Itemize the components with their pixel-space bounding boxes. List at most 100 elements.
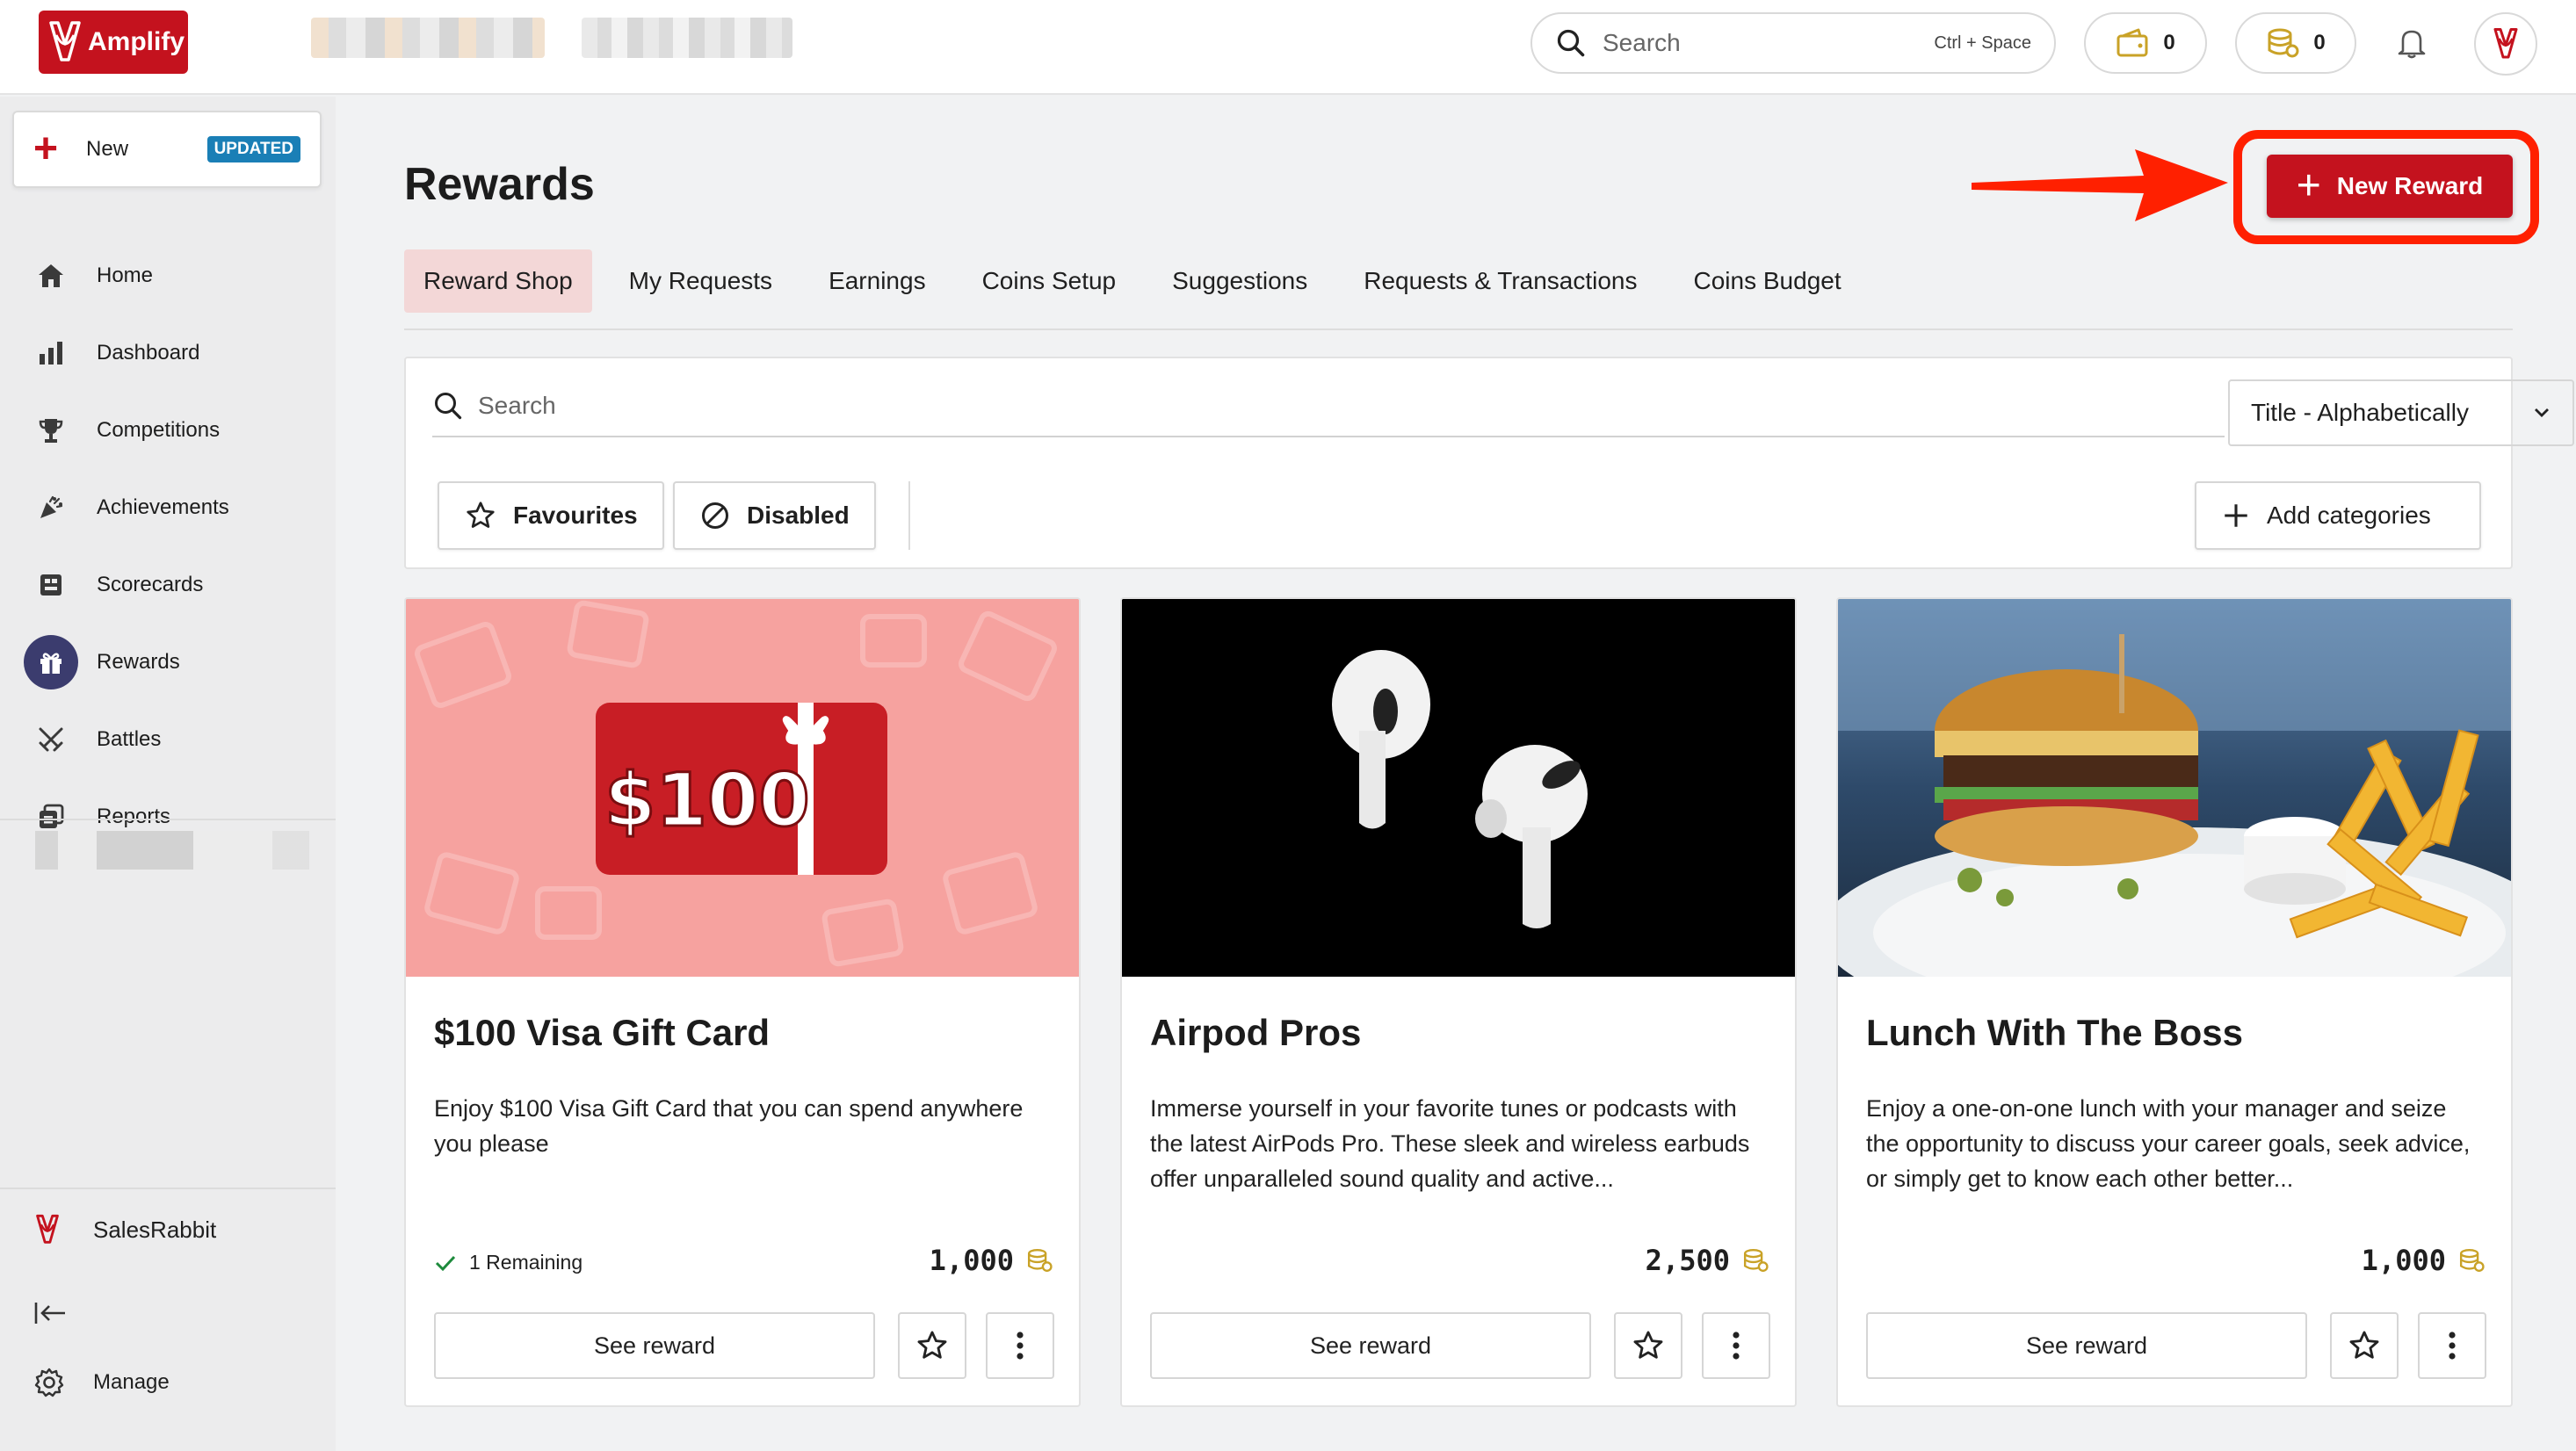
tab-suggestions[interactable]: Suggestions <box>1153 249 1327 313</box>
disabled-filter[interactable]: Disabled <box>673 481 876 550</box>
star-icon <box>2349 1331 2379 1359</box>
crossed-swords-icon <box>33 722 69 757</box>
add-categories-button[interactable]: Add categories <box>2195 481 2481 550</box>
reward-search-input[interactable]: Search <box>432 376 2225 437</box>
collapse-arrow-icon <box>34 1303 65 1324</box>
app-logo[interactable]: Amplify <box>39 11 188 74</box>
add-categories-label: Add categories <box>2267 502 2431 529</box>
reward-search-placeholder: Search <box>478 392 556 419</box>
tab-requests-transactions[interactable]: Requests & Transactions <box>1344 249 1656 313</box>
sidebar-item-label: Competitions <box>97 418 221 442</box>
sidebar-nav: Home Dashboard Competitions Achievements… <box>0 237 336 855</box>
more-options-button[interactable] <box>2418 1312 2486 1379</box>
sidebar-item-home[interactable]: Home <box>0 237 336 314</box>
see-reward-button[interactable]: See reward <box>1866 1312 2307 1379</box>
see-reward-button[interactable]: See reward <box>434 1312 875 1379</box>
scorecard-icon <box>33 567 69 603</box>
workspace-switcher[interactable]: SalesRabbit <box>33 1212 216 1247</box>
user-avatar[interactable] <box>2474 12 2537 76</box>
tab-coins-budget[interactable]: Coins Budget <box>1675 249 1861 313</box>
favourites-label: Favourites <box>513 502 638 529</box>
sidebar: + New UPDATED Home Dashboard Competition… <box>0 97 336 1451</box>
coins-icon <box>1743 1248 1769 1273</box>
sidebar-item-battles[interactable]: Battles <box>0 701 336 778</box>
tab-my-requests[interactable]: My Requests <box>610 249 792 313</box>
wallet-button[interactable]: 0 <box>2084 12 2207 74</box>
sidebar-item-competitions[interactable]: Competitions <box>0 392 336 469</box>
salesrabbit-logo-icon <box>2493 28 2518 59</box>
app-name: Amplify <box>88 27 185 56</box>
sidebar-item-label: Dashboard <box>97 341 200 365</box>
home-icon <box>33 258 69 293</box>
workspace-name: SalesRabbit <box>93 1216 217 1243</box>
reward-tabs: Reward Shop My Requests Earnings Coins S… <box>404 249 1878 313</box>
global-search-placeholder: Search <box>1603 29 1681 56</box>
filter-divider <box>908 481 910 550</box>
reward-image <box>1838 599 2511 977</box>
gear-icon <box>34 1368 64 1397</box>
favourite-button[interactable] <box>2330 1312 2399 1379</box>
plus-icon <box>2225 504 2247 527</box>
reward-image: $100 <box>406 599 1079 977</box>
favourite-button[interactable] <box>898 1312 966 1379</box>
see-reward-button[interactable]: See reward <box>1150 1312 1591 1379</box>
coins-button[interactable]: 0 <box>2235 12 2356 74</box>
party-popper-icon <box>33 490 69 525</box>
star-icon <box>917 1331 947 1359</box>
reward-cost-value: 2,500 <box>1645 1244 1730 1277</box>
remaining-label: 1 Remaining <box>469 1251 583 1274</box>
reward-cost: 2,500 <box>1646 1244 1769 1277</box>
trophy-icon <box>33 413 69 448</box>
gift-card-image-icon: $100 <box>406 599 1079 977</box>
search-icon <box>435 393 462 420</box>
blurred-workspace-name <box>582 18 792 58</box>
reward-title: Lunch With The Boss <box>1866 1012 2243 1053</box>
search-icon <box>1557 29 1585 57</box>
sidebar-item-dashboard[interactable]: Dashboard <box>0 314 336 392</box>
new-reward-button[interactable]: + New Reward <box>2267 155 2513 218</box>
notifications-button[interactable] <box>2390 21 2434 65</box>
chevron-down-icon <box>2535 408 2549 417</box>
new-button[interactable]: + New UPDATED <box>12 111 322 188</box>
sort-select[interactable]: Title - Alphabetically <box>2228 379 2574 446</box>
tabs-divider <box>404 328 2513 330</box>
tab-reward-shop[interactable]: Reward Shop <box>404 249 592 313</box>
more-options-button[interactable] <box>986 1312 1054 1379</box>
more-options-button[interactable] <box>1702 1312 1770 1379</box>
blurred-workspace-name <box>311 18 545 58</box>
remaining-status: 1 Remaining <box>434 1251 582 1274</box>
airpods-image-icon <box>1122 599 1795 977</box>
sidebar-item-label: Achievements <box>97 495 229 519</box>
reward-description: Immerse yourself in your favorite tunes … <box>1150 1095 1750 1192</box>
collapse-sidebar-button[interactable] <box>33 1300 69 1331</box>
bar-chart-icon <box>33 336 69 371</box>
favourites-filter[interactable]: Favourites <box>438 481 664 550</box>
reward-card: Lunch With The Boss Enjoy a one-on-one l… <box>1836 597 2513 1407</box>
reward-image <box>1122 599 1795 977</box>
sidebar-item-achievements[interactable]: Achievements <box>0 469 336 546</box>
coins-icon <box>1027 1248 1053 1273</box>
new-button-label: New <box>86 137 129 161</box>
reward-description: Enjoy a one-on-one lunch with your manag… <box>1866 1095 2471 1192</box>
filter-panel: Search Title - Alphabetically Favourites… <box>404 357 2574 569</box>
coins-icon <box>2268 28 2299 58</box>
tab-coins-setup[interactable]: Coins Setup <box>963 249 1136 313</box>
more-vertical-icon <box>1733 1332 1740 1360</box>
favourite-button[interactable] <box>1614 1312 1682 1379</box>
sort-value: Title - Alphabetically <box>2251 399 2469 426</box>
search-shortcut: Ctrl + Space <box>1934 32 2031 53</box>
reward-title: Airpod Pros <box>1150 1012 1362 1053</box>
star-icon <box>467 502 495 528</box>
tab-earnings[interactable]: Earnings <box>809 249 945 313</box>
global-search[interactable]: Search Ctrl + Space <box>1530 12 2056 74</box>
plus-icon: + <box>2296 162 2321 209</box>
manage-button[interactable]: Manage <box>33 1367 170 1398</box>
reward-cost: 1,000 <box>2362 1244 2485 1277</box>
sidebar-item-label: Rewards <box>97 650 180 674</box>
updated-badge: UPDATED <box>206 136 300 162</box>
annotation-arrow-icon <box>1972 149 2228 221</box>
blurred-sidebar-item <box>35 831 309 870</box>
sidebar-item-scorecards[interactable]: Scorecards <box>0 546 336 624</box>
sidebar-item-label: Reports <box>97 805 171 828</box>
sidebar-item-rewards[interactable]: Rewards <box>0 624 336 701</box>
